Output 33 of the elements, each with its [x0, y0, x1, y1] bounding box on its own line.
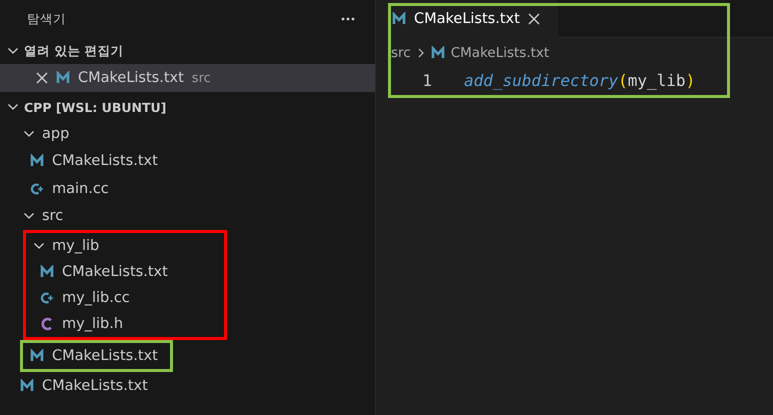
cpp-file-icon [30, 182, 44, 196]
m-file-icon [56, 71, 70, 85]
close-icon[interactable] [36, 72, 48, 84]
open-editor-item[interactable]: CMakeLists.txt src [0, 64, 375, 92]
sidebar-title: 탐색기 [27, 10, 66, 28]
m-file-icon [430, 46, 445, 60]
chevron-icon [416, 47, 425, 59]
section-header[interactable]: 열려 있는 편집기 [0, 38, 375, 64]
section-header[interactable]: CPP [WSL: UBUNTU] [0, 94, 375, 120]
tree-file[interactable]: my_lib.cc [26, 285, 168, 311]
m-file-icon [40, 265, 54, 279]
m-file-icon [30, 154, 44, 168]
breadcrumb-item[interactable]: CMakeLists.txt [450, 45, 550, 61]
m-file-icon [20, 378, 34, 393]
tree-folder[interactable]: app [0, 120, 375, 148]
m-file-icon [30, 349, 44, 363]
tree-file[interactable]: my_lib.h [26, 311, 168, 337]
more-icon[interactable] [341, 17, 355, 21]
code-line: add_subdirectory(my_lib) [464, 70, 696, 90]
tree-folder[interactable]: my_lib [26, 233, 168, 259]
tree-file[interactable]: CMakeLists.txt [0, 148, 375, 175]
editor-tab[interactable]: CMakeLists.txt [376, 0, 558, 38]
close-icon[interactable] [528, 13, 540, 25]
m-file-icon [392, 12, 406, 26]
line-number: 1 [421, 70, 433, 90]
tree-file[interactable]: main.cc [0, 175, 375, 202]
tree-folder[interactable]: src [0, 202, 375, 230]
breadcrumb-item[interactable]: src [391, 45, 411, 61]
tree-file[interactable]: CMakeLists.txt [0, 372, 375, 400]
tree-file[interactable]: CMakeLists.txt [23, 343, 158, 369]
c-file-icon [40, 317, 54, 331]
tree-file[interactable]: CMakeLists.txt [26, 259, 168, 285]
cpp-file-icon [40, 291, 54, 305]
